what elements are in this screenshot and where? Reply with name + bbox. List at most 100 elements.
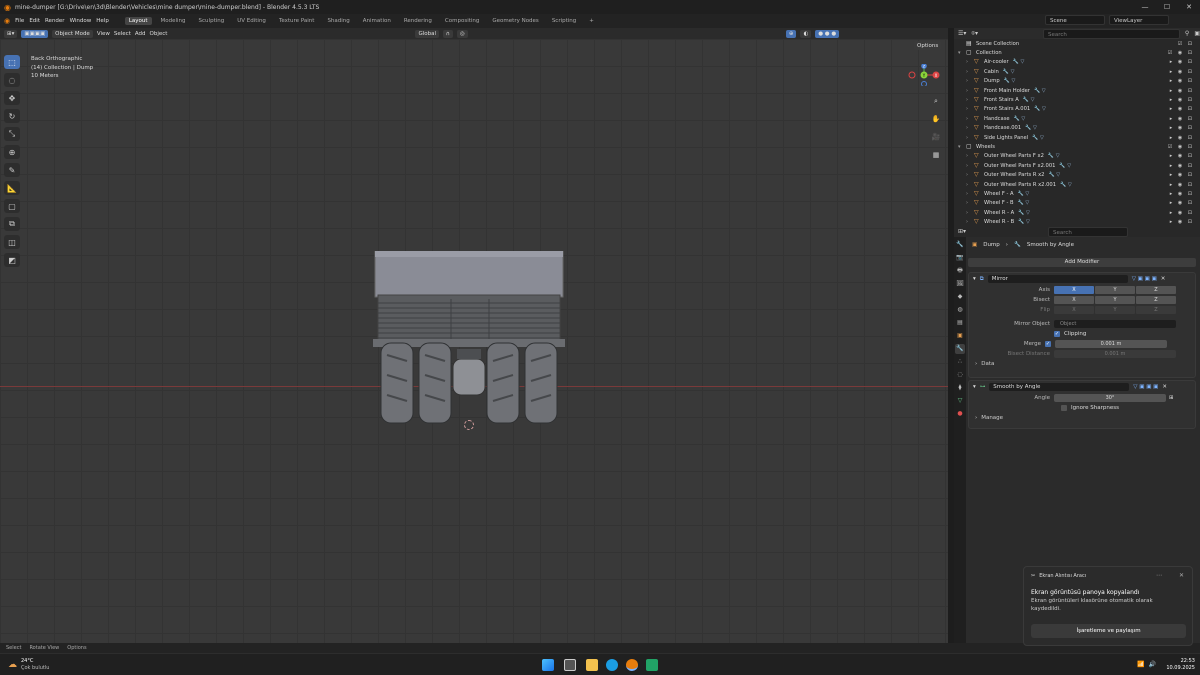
world-tab-icon[interactable]: ◍ [955, 305, 965, 315]
add-cube-tool-icon[interactable]: ▢ [4, 199, 20, 213]
bisect-y-toggle[interactable]: Y [1095, 296, 1135, 304]
outliner-item[interactable]: › ▽ Front Stairs A 🔧 ▽ ▸ ◉ ⊡ [958, 95, 1200, 104]
expand-icon[interactable]: › [966, 163, 974, 169]
merge-distance-field[interactable]: 0.001 m [1055, 340, 1167, 348]
camera-icon[interactable]: 🎥 [930, 131, 942, 143]
expand-icon[interactable]: › [966, 125, 974, 131]
grid-icon[interactable]: ▦ [930, 149, 942, 161]
tab-modeling[interactable]: Modeling [157, 17, 190, 25]
modifier-tab-icon[interactable]: 🔧 [955, 344, 965, 354]
add-workspace-icon[interactable]: + [585, 17, 598, 25]
select-mode-buttons[interactable]: ▣▣▣▣ [21, 29, 49, 38]
collapse-icon[interactable]: ▾ [973, 276, 976, 282]
tab-rendering[interactable]: Rendering [400, 17, 436, 25]
bisect-z-toggle[interactable]: Z [1136, 296, 1176, 304]
measure-tool-icon[interactable]: 📐 [4, 181, 20, 195]
expand-icon[interactable]: › [966, 153, 974, 159]
mode-dropdown[interactable]: Object Mode [52, 29, 93, 38]
properties-search[interactable]: Search [1048, 227, 1128, 237]
select-box-tool-icon[interactable]: ⬚ [4, 55, 20, 69]
tab-sculpting[interactable]: Sculpting [195, 17, 229, 25]
outliner-item[interactable]: › ▽ Cabin 🔧 ▽ ▸ ◉ ⊡ [958, 67, 1200, 76]
expand-icon[interactable]: › [966, 97, 974, 103]
outliner-item[interactable]: › ▽ Outer Wheel Parts R x2 🔧 ▽ ▸ ◉ ⊡ [958, 170, 1200, 179]
properties-editor-icon[interactable]: ⊞▾ [958, 228, 966, 235]
expand-icon[interactable]: › [966, 219, 974, 225]
tab-texture-paint[interactable]: Texture Paint [275, 17, 319, 25]
axis-z-toggle[interactable]: Z [1136, 286, 1176, 294]
ignore-sharpness-checkbox[interactable] [1061, 405, 1067, 411]
axis-x-toggle[interactable]: X [1054, 286, 1094, 294]
view-layer-field[interactable]: ViewLayer [1109, 15, 1169, 25]
outliner-item[interactable]: › ▽ Side Lights Panel 🔧 ▽ ▸ ◉ ⊡ [958, 133, 1200, 142]
outliner-item[interactable]: › ▽ Wheel F - A 🔧 ▽ ▸ ◉ ⊡ [958, 189, 1200, 198]
bisect-x-toggle[interactable]: X [1054, 296, 1094, 304]
visibility-icons[interactable]: ▸ ◉ ⊡ [1170, 69, 1194, 75]
visibility-icons[interactable]: ☑ ⊡ [1178, 41, 1194, 47]
tab-layout[interactable]: Layout [124, 17, 152, 25]
menu-add[interactable]: Add [135, 31, 146, 37]
visibility-icons[interactable]: ▸ ◉ ⊡ [1170, 135, 1194, 141]
outliner-editor-icon[interactable]: ☰▾ [958, 30, 966, 37]
clock[interactable]: 22:53 10.09.2025 [1163, 658, 1195, 672]
expand-icon[interactable]: › [966, 88, 974, 94]
particles-tab-icon[interactable]: ∴ [955, 357, 965, 367]
menu-select[interactable]: Select [114, 31, 131, 37]
wheels-collection-row[interactable]: ▾ ▢ Wheels ☑ ◉ ⊡ [958, 142, 1200, 151]
visibility-icons[interactable]: ▸ ◉ ⊡ [1170, 210, 1194, 216]
flip-z-toggle[interactable]: Z [1136, 306, 1176, 314]
modifier-toggles-icon[interactable]: ▽ ▣ ▣ ▣ [1132, 276, 1157, 282]
options-button[interactable]: Options [914, 41, 942, 50]
visibility-icons[interactable]: ▸ ◉ ⊡ [1170, 191, 1194, 197]
blender-task-icon[interactable] [626, 659, 638, 671]
visibility-icons[interactable]: ▸ ◉ ⊡ [1170, 200, 1194, 206]
expand-icon[interactable]: › [966, 135, 974, 141]
clipping-checkbox[interactable]: ✓ [1054, 331, 1060, 337]
expand-icon[interactable]: ▾ [958, 144, 966, 150]
outliner-item[interactable]: › ▽ Outer Wheel Parts F x2 🔧 ▽ ▸ ◉ ⊡ [958, 152, 1200, 161]
visibility-icons[interactable]: ▸ ◉ ⊡ [1170, 88, 1194, 94]
flip-x-toggle[interactable]: X [1054, 306, 1094, 314]
dump-truck-model[interactable] [373, 251, 565, 427]
expand-icon[interactable]: › [966, 191, 974, 197]
expand-icon[interactable]: › [966, 78, 974, 84]
modifier-delete-icon[interactable]: ✕ [1161, 276, 1166, 282]
inset-tool-icon[interactable]: ◫ [4, 235, 20, 249]
expand-icon[interactable]: › [966, 69, 974, 75]
outliner-item[interactable]: › ▽ Wheel R - A 🔧 ▽ ▸ ◉ ⊡ [958, 208, 1200, 217]
outliner-item[interactable]: › ▽ Handcase.001 🔧 ▽ ▸ ◉ ⊡ [958, 124, 1200, 133]
extrude-tool-icon[interactable]: ⧉ [4, 217, 20, 231]
visibility-icons[interactable]: ▸ ◉ ⊡ [1170, 116, 1194, 122]
menu-object[interactable]: Object [150, 31, 168, 37]
markup-share-button[interactable]: İşaretleme ve paylaşım [1031, 624, 1186, 638]
smooth-name-field[interactable]: Smooth by Angle [989, 383, 1130, 391]
collection-tab-icon[interactable]: ▤ [955, 318, 965, 328]
file-explorer-icon[interactable] [586, 659, 598, 671]
blender-menu-icon[interactable]: ◉ [4, 17, 10, 25]
pan-hand-icon[interactable]: ✋ [930, 113, 942, 125]
rotate-tool-icon[interactable]: ↻ [4, 109, 20, 123]
system-tray[interactable]: 📶 🔊 [1137, 661, 1156, 668]
visibility-icons[interactable]: ☑ ◉ ⊡ [1168, 50, 1194, 56]
more-icon[interactable]: ⋯ [1156, 572, 1162, 579]
menu-file[interactable]: File [15, 18, 24, 24]
overlay-toggle-icon[interactable]: ◐ [800, 29, 812, 38]
tab-animation[interactable]: Animation [359, 17, 395, 25]
mirror-object-field[interactable]: Object [1054, 320, 1176, 328]
expand-icon[interactable]: › [966, 59, 974, 65]
mirror-name-field[interactable]: Mirror [987, 275, 1128, 283]
collapse-icon[interactable]: ▾ [973, 384, 976, 390]
object-tab-icon[interactable]: ▣ [955, 331, 965, 341]
expand-icon[interactable]: › [966, 200, 974, 206]
data-tab-icon[interactable]: ▽ [955, 396, 965, 406]
scene-tab-icon[interactable]: ◆ [955, 292, 965, 302]
render-tab-icon[interactable]: 📷 [955, 253, 965, 263]
outliner-item[interactable]: › ▽ Outer Wheel Parts R x2.001 🔧 ▽ ▸ ◉ ⊡ [958, 180, 1200, 189]
outliner-item[interactable]: › ▽ Dump 🔧 ▽ ▸ ◉ ⊡ [958, 77, 1200, 86]
filter-icon[interactable]: ⌾▾ [971, 30, 978, 38]
orientation-dropdown[interactable]: Global [415, 29, 439, 38]
visibility-icons[interactable]: ▸ ◉ ⊡ [1170, 219, 1194, 225]
gizmo-toggle-icon[interactable]: ⊕ [785, 29, 797, 38]
visibility-icons[interactable]: ☑ ◉ ⊡ [1168, 144, 1194, 150]
physics-tab-icon[interactable]: ◌ [955, 370, 965, 380]
